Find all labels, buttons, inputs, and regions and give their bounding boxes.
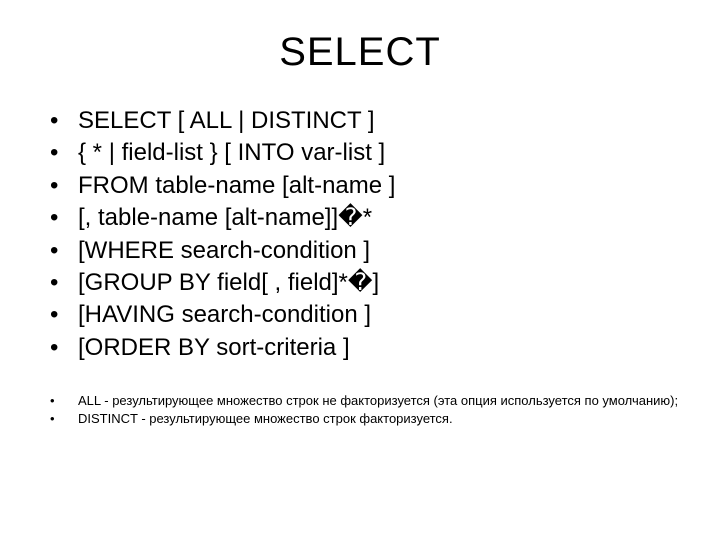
- slide-title: SELECT: [40, 30, 680, 75]
- list-item: DISTINCT - результирующее множество стро…: [50, 410, 680, 428]
- list-item: { * | field-list } [ INTO var-list ]: [50, 137, 680, 169]
- list-item: [WHERE search-condition ]: [50, 235, 680, 267]
- list-item: [ORDER BY sort-criteria ]: [50, 332, 680, 364]
- notes-list: ALL - результирующее множество строк не …: [40, 392, 680, 427]
- list-item: FROM table-name [alt-name ]: [50, 170, 680, 202]
- list-item: [HAVING search-condition ]: [50, 299, 680, 331]
- list-item: [GROUP BY field[ , field]*�]: [50, 267, 680, 299]
- list-item: [, table-name [alt-name]]�*: [50, 202, 680, 234]
- list-item: ALL - результирующее множество строк не …: [50, 392, 680, 410]
- syntax-list: SELECT [ ALL | DISTINCT ] { * | field-li…: [40, 105, 680, 364]
- list-item: SELECT [ ALL | DISTINCT ]: [50, 105, 680, 137]
- slide: SELECT SELECT [ ALL | DISTINCT ] { * | f…: [0, 0, 720, 540]
